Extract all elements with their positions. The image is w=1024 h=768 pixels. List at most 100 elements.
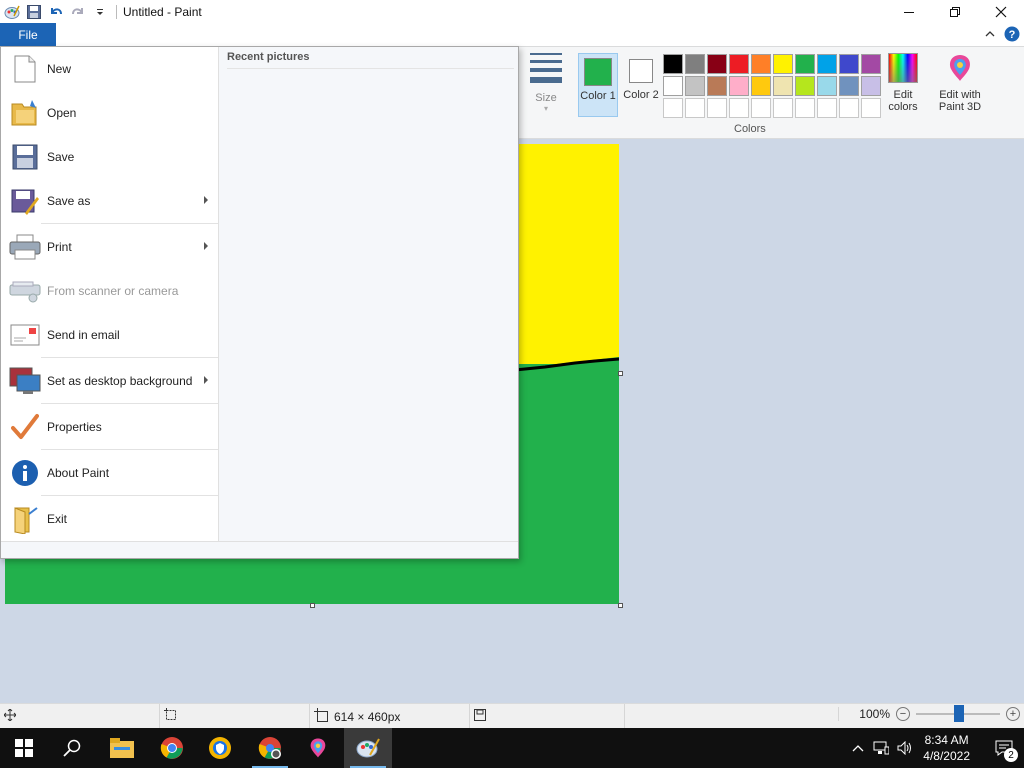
palette-color-swatch[interactable] <box>773 76 793 96</box>
palette-color-swatch[interactable] <box>663 54 683 74</box>
palette-custom-slot[interactable] <box>729 98 749 118</box>
disk-icon <box>474 709 486 724</box>
palette-color-swatch[interactable] <box>817 76 837 96</box>
palette-custom-slot[interactable] <box>795 98 815 118</box>
resize-handle-right[interactable] <box>618 371 623 376</box>
chrome-icon <box>160 737 183 759</box>
edit-colors-button[interactable]: Edit colors <box>882 53 924 113</box>
palette-color-swatch[interactable] <box>861 54 881 74</box>
close-button[interactable] <box>978 0 1024 23</box>
taskbar-file-explorer[interactable] <box>98 728 146 768</box>
palette-color-swatch[interactable] <box>773 54 793 74</box>
file-menu-item-label: New <box>47 62 72 76</box>
palette-color-swatch[interactable] <box>707 76 727 96</box>
palette-custom-slot[interactable] <box>861 98 881 118</box>
color1-button[interactable]: Color 1 <box>578 53 618 117</box>
taskbar-shield-browser[interactable] <box>196 728 244 768</box>
file-menu-item-from-scanner-or-camera[interactable]: From scanner or camera <box>1 269 218 313</box>
file-menu-item-set-as-desktop-background[interactable]: Set as desktop background <box>1 359 218 403</box>
color1-swatch <box>584 58 612 86</box>
selection-icon <box>164 708 178 725</box>
palette-color-swatch[interactable] <box>707 54 727 74</box>
search-button[interactable] <box>48 728 96 768</box>
help-icon[interactable]: ? <box>1004 26 1020 45</box>
clock[interactable]: 8:34 AM 4/8/2022 <box>923 732 970 764</box>
paint-app-icon[interactable] <box>2 2 22 22</box>
window-title: Untitled - Paint <box>123 4 202 19</box>
submenu-arrow-icon <box>204 242 208 250</box>
palette-custom-slot[interactable] <box>773 98 793 118</box>
clock-time: 8:34 AM <box>924 733 969 747</box>
palette-color-swatch[interactable] <box>751 54 771 74</box>
chevron-up-icon <box>852 745 864 752</box>
zoom-in-button[interactable]: + <box>1006 707 1020 721</box>
scanner-icon <box>9 275 41 307</box>
palette-color-swatch[interactable] <box>729 76 749 96</box>
file-menu-item-save-as[interactable]: Save as <box>1 179 218 223</box>
palette-color-swatch[interactable] <box>839 76 859 96</box>
palette-color-swatch[interactable] <box>685 54 705 74</box>
minimize-button[interactable] <box>886 0 932 23</box>
taskbar-chrome[interactable] <box>148 728 196 768</box>
palette-color-swatch[interactable] <box>839 54 859 74</box>
zoom-slider-thumb[interactable] <box>954 705 964 722</box>
palette-color-swatch[interactable] <box>861 76 881 96</box>
selection-size-section <box>160 704 310 729</box>
action-center-button[interactable]: 2 <box>984 728 1024 768</box>
volume-icon[interactable] <box>893 741 917 755</box>
file-menu-item-print[interactable]: Print <box>1 225 218 269</box>
search-icon <box>63 739 81 757</box>
ribbon-tab-row: File ? <box>0 23 1024 46</box>
edit-colors-label: Edit colors <box>888 89 918 113</box>
size-label: Size <box>535 92 557 104</box>
customize-toolbar-chevron-icon[interactable] <box>90 2 110 22</box>
color-palette <box>662 53 882 119</box>
color-spectrum-icon <box>888 53 918 83</box>
save-as-icon <box>9 185 41 217</box>
palette-custom-slot[interactable] <box>751 98 771 118</box>
network-icon[interactable] <box>869 741 893 755</box>
file-menu-item-exit[interactable]: Exit <box>1 497 218 541</box>
palette-color-swatch[interactable] <box>729 54 749 74</box>
palette-color-swatch[interactable] <box>685 76 705 96</box>
taskbar-paint[interactable] <box>344 728 392 768</box>
palette-color-swatch[interactable] <box>795 54 815 74</box>
palette-custom-slot[interactable] <box>685 98 705 118</box>
file-menu-item-properties[interactable]: Properties <box>1 405 218 449</box>
resize-handle-corner[interactable] <box>618 603 623 608</box>
file-menu-item-open[interactable]: Open <box>1 91 218 135</box>
edit-with-paint3d-button[interactable]: Edit with Paint 3D <box>932 53 988 113</box>
start-button[interactable] <box>0 728 48 768</box>
redo-icon[interactable] <box>68 2 88 22</box>
file-menu-item-label: Send in email <box>47 328 120 342</box>
edit-paint3d-label: Edit with Paint 3D <box>938 89 982 113</box>
palette-color-swatch[interactable] <box>795 76 815 96</box>
chrome-profile-icon <box>258 737 281 759</box>
restore-button[interactable] <box>932 0 978 23</box>
zoom-out-button[interactable]: − <box>896 707 910 721</box>
color2-button[interactable]: Color 2 <box>621 53 661 117</box>
system-tray: 8:34 AM 4/8/2022 2 <box>847 728 1024 768</box>
palette-custom-slot[interactable] <box>663 98 683 118</box>
collapse-ribbon-chevron-icon[interactable] <box>984 28 996 43</box>
show-hidden-icons-button[interactable] <box>847 744 869 752</box>
palette-color-swatch[interactable] <box>751 76 771 96</box>
file-menu-item-new[interactable]: New <box>1 47 218 91</box>
taskbar-chrome-profile[interactable] <box>246 728 294 768</box>
save-icon[interactable] <box>24 2 44 22</box>
resize-handle-bottom[interactable] <box>310 603 315 608</box>
palette-color-swatch[interactable] <box>663 76 683 96</box>
file-menu-item-label: Print <box>47 240 72 254</box>
palette-custom-slot[interactable] <box>817 98 837 118</box>
file-menu-item-save[interactable]: Save <box>1 135 218 179</box>
file-menu-item-send-in-email[interactable]: Send in email <box>1 313 218 357</box>
palette-custom-slot[interactable] <box>839 98 859 118</box>
tab-file[interactable]: File <box>0 23 56 46</box>
file-menu-item-about-paint[interactable]: About Paint <box>1 451 218 495</box>
palette-custom-slot[interactable] <box>707 98 727 118</box>
palette-color-swatch[interactable] <box>817 54 837 74</box>
size-button[interactable]: Size ▾ <box>524 53 568 119</box>
undo-icon[interactable] <box>46 2 66 22</box>
taskbar-paint3d[interactable] <box>294 728 342 768</box>
zoom-slider[interactable] <box>916 705 1000 722</box>
